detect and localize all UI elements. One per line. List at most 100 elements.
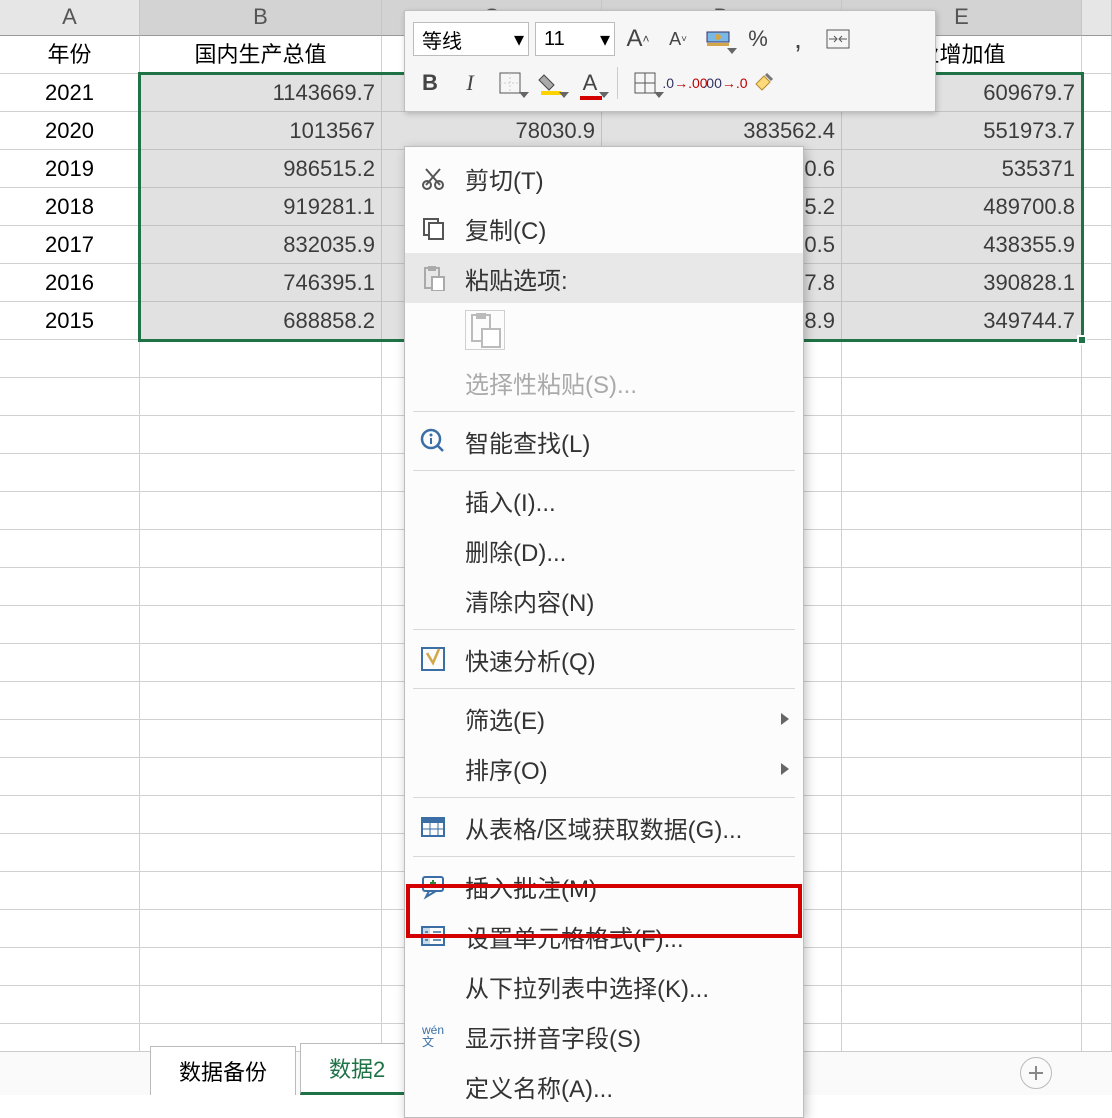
cell-extra[interactable] bbox=[1082, 188, 1112, 226]
cell[interactable] bbox=[842, 682, 1082, 720]
cell[interactable] bbox=[0, 948, 140, 986]
col-A[interactable]: A bbox=[0, 0, 140, 36]
cell[interactable] bbox=[1082, 720, 1112, 758]
cell[interactable] bbox=[140, 758, 382, 796]
cell[interactable] bbox=[140, 416, 382, 454]
cell[interactable] bbox=[1082, 682, 1112, 720]
cell[interactable] bbox=[0, 454, 140, 492]
cell[interactable] bbox=[0, 682, 140, 720]
cell-extra[interactable] bbox=[1082, 36, 1112, 74]
cell[interactable] bbox=[140, 834, 382, 872]
cell-e[interactable]: 535371 bbox=[842, 150, 1082, 188]
cell[interactable] bbox=[842, 416, 1082, 454]
menu-copy[interactable]: 复制(C) bbox=[405, 203, 803, 253]
paste-option-1[interactable] bbox=[465, 310, 505, 350]
cell-e[interactable]: 438355.9 bbox=[842, 226, 1082, 264]
cell[interactable] bbox=[842, 378, 1082, 416]
cell-gdp[interactable]: 1013567 bbox=[140, 112, 382, 150]
menu-sort[interactable]: 排序(O) bbox=[405, 743, 803, 793]
cell[interactable] bbox=[0, 606, 140, 644]
cell[interactable] bbox=[1082, 530, 1112, 568]
add-sheet-button[interactable] bbox=[1020, 1057, 1052, 1089]
cell[interactable] bbox=[842, 986, 1082, 1024]
cell-extra[interactable] bbox=[1082, 74, 1112, 112]
cell[interactable] bbox=[140, 948, 382, 986]
cell[interactable] bbox=[842, 340, 1082, 378]
cell[interactable] bbox=[140, 720, 382, 758]
accounting-format-icon[interactable] bbox=[701, 22, 735, 56]
tab-data2[interactable]: 数据2 bbox=[300, 1043, 414, 1095]
cell[interactable] bbox=[1082, 910, 1112, 948]
cell[interactable] bbox=[0, 720, 140, 758]
menu-delete[interactable]: 删除(D)... bbox=[405, 525, 803, 575]
cell[interactable] bbox=[842, 872, 1082, 910]
menu-define-name[interactable]: 定义名称(A)... bbox=[405, 1061, 803, 1111]
cell[interactable] bbox=[1082, 948, 1112, 986]
cell-gdp[interactable]: 832035.9 bbox=[140, 226, 382, 264]
increase-font-icon[interactable]: A˄ bbox=[621, 22, 655, 56]
cell-year[interactable]: 2017 bbox=[0, 226, 140, 264]
cell[interactable] bbox=[0, 834, 140, 872]
cell[interactable] bbox=[140, 340, 382, 378]
cell[interactable] bbox=[842, 720, 1082, 758]
menu-show-pinyin[interactable]: wén文 显示拼音字段(S) bbox=[405, 1011, 803, 1061]
menu-insert[interactable]: 插入(I)... bbox=[405, 475, 803, 525]
cell[interactable] bbox=[0, 416, 140, 454]
cell[interactable] bbox=[1082, 758, 1112, 796]
cell-d[interactable]: 383562.4 bbox=[602, 112, 842, 150]
cell[interactable] bbox=[1082, 378, 1112, 416]
menu-format-cells[interactable]: 设置单元格格式(F)... bbox=[405, 911, 803, 961]
cell[interactable] bbox=[842, 796, 1082, 834]
font-name-combo[interactable]: 等线▾ bbox=[413, 22, 529, 56]
cell-year[interactable]: 2016 bbox=[0, 264, 140, 302]
cell[interactable] bbox=[140, 454, 382, 492]
cell[interactable] bbox=[1082, 492, 1112, 530]
format-painter-icon[interactable] bbox=[748, 66, 782, 100]
cell[interactable] bbox=[140, 568, 382, 606]
cell-year[interactable]: 2015 bbox=[0, 302, 140, 340]
cell[interactable] bbox=[1082, 834, 1112, 872]
border-icon[interactable] bbox=[493, 66, 527, 100]
cell-extra[interactable] bbox=[1082, 112, 1112, 150]
cell-extra[interactable] bbox=[1082, 264, 1112, 302]
cell[interactable] bbox=[0, 340, 140, 378]
cell[interactable] bbox=[140, 796, 382, 834]
cell[interactable] bbox=[140, 644, 382, 682]
cell[interactable] bbox=[1082, 416, 1112, 454]
cell-gdp[interactable]: 688858.2 bbox=[140, 302, 382, 340]
borders-all-icon[interactable] bbox=[628, 66, 662, 100]
cell[interactable] bbox=[0, 378, 140, 416]
cell[interactable] bbox=[0, 986, 140, 1024]
cell[interactable] bbox=[1082, 606, 1112, 644]
cell[interactable] bbox=[1082, 986, 1112, 1024]
tab-backup[interactable]: 数据备份 bbox=[150, 1046, 296, 1095]
cell[interactable] bbox=[842, 758, 1082, 796]
cell[interactable] bbox=[0, 492, 140, 530]
menu-clear-contents[interactable]: 清除内容(N) bbox=[405, 575, 803, 625]
cell[interactable] bbox=[0, 796, 140, 834]
cell[interactable] bbox=[842, 454, 1082, 492]
cell[interactable] bbox=[0, 758, 140, 796]
menu-dropdown-pick[interactable]: 从下拉列表中选择(K)... bbox=[405, 961, 803, 1011]
cell[interactable] bbox=[140, 530, 382, 568]
italic-icon[interactable]: I bbox=[453, 66, 487, 100]
cell[interactable] bbox=[1082, 872, 1112, 910]
cell-gdp[interactable]: 1143669.7 bbox=[140, 74, 382, 112]
menu-smart-lookup[interactable]: 智能查找(L) bbox=[405, 416, 803, 466]
col-B[interactable]: B bbox=[140, 0, 382, 36]
cell-year[interactable]: 2019 bbox=[0, 150, 140, 188]
cell[interactable] bbox=[1082, 796, 1112, 834]
menu-filter[interactable]: 筛选(E) bbox=[405, 693, 803, 743]
increase-decimal-icon[interactable]: .0→.00 bbox=[668, 66, 702, 100]
cell[interactable] bbox=[842, 530, 1082, 568]
cell[interactable] bbox=[0, 530, 140, 568]
cell-gdp[interactable]: 919281.1 bbox=[140, 188, 382, 226]
cell[interactable] bbox=[842, 606, 1082, 644]
font-color-icon[interactable]: A bbox=[573, 66, 607, 100]
cell-year[interactable]: 2021 bbox=[0, 74, 140, 112]
menu-from-table[interactable]: 从表格/区域获取数据(G)... bbox=[405, 802, 803, 852]
cell-e[interactable]: 390828.1 bbox=[842, 264, 1082, 302]
cell[interactable] bbox=[842, 492, 1082, 530]
cell[interactable] bbox=[842, 568, 1082, 606]
cell[interactable] bbox=[1082, 644, 1112, 682]
